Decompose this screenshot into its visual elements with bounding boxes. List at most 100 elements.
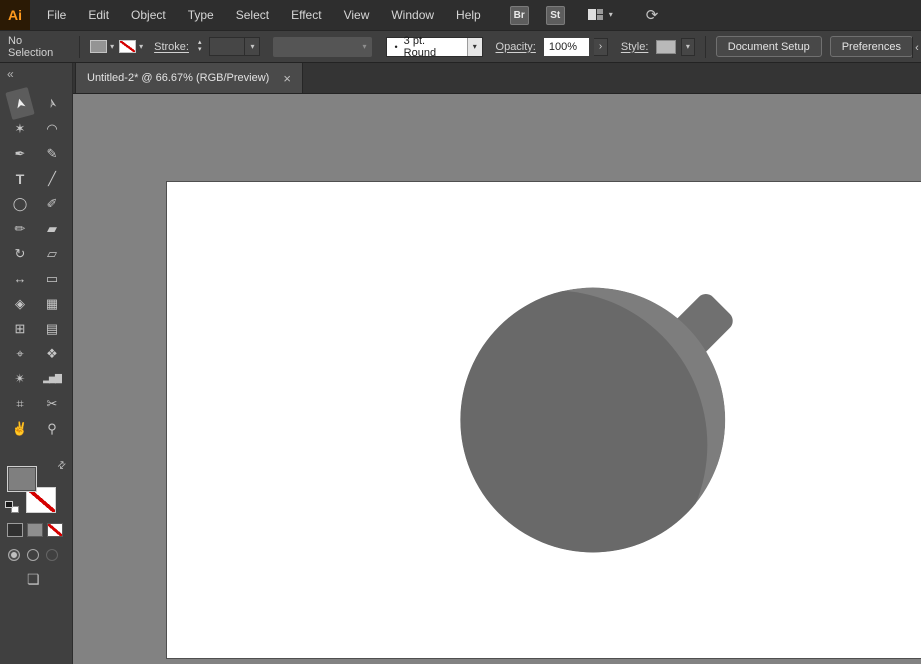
menu-type[interactable]: Type — [177, 0, 225, 30]
tool-type[interactable]: T — [6, 167, 34, 190]
preferences-button[interactable]: Preferences — [829, 36, 913, 57]
fill-color-dropdown[interactable]: ▾ — [90, 40, 114, 53]
draw-inside-button[interactable] — [46, 549, 58, 561]
tool-paintbrush[interactable]: ✐ — [38, 192, 66, 215]
tools-panel: « ➤ ➢ ✶ ◠ ✒ ✎ T ╱ ◯ ✐ ✏ ▰ ↻ ▱ ↔ ▭ ◈ ▦ ⊞ … — [0, 63, 73, 664]
bridge-button[interactable]: Br — [509, 5, 529, 25]
chevron-down-icon: ▾ — [139, 41, 144, 51]
drawing-mode-buttons — [8, 549, 58, 561]
fill-swatch — [90, 40, 108, 53]
width-profile-dropdown: ▾ — [273, 36, 372, 57]
tool-artboard[interactable]: ⌗ — [6, 392, 34, 415]
tool-eraser[interactable]: ▰ — [38, 217, 66, 240]
tool-magic-wand[interactable]: ✶ — [6, 117, 34, 140]
fill-stroke-control: ⇄ — [0, 458, 73, 520]
document-setup-button[interactable]: Document Setup — [715, 36, 822, 57]
color-button[interactable] — [7, 523, 23, 537]
menu-window[interactable]: Window — [380, 0, 445, 30]
tool-eyedropper[interactable]: ⌖ — [6, 342, 34, 365]
bomb-body-shade[interactable] — [399, 290, 708, 600]
none-button[interactable] — [47, 523, 63, 537]
screen-mode-button[interactable]: ❏ — [27, 571, 40, 588]
opacity-panel-button[interactable]: › — [594, 37, 608, 56]
tool-rotate[interactable]: ↻ — [6, 242, 34, 265]
close-icon[interactable]: × — [283, 72, 291, 85]
opacity-label[interactable]: Opacity: — [496, 41, 536, 53]
artboard[interactable] — [166, 181, 921, 659]
draw-behind-button[interactable] — [27, 549, 39, 561]
tool-mesh[interactable]: ⊞ — [6, 317, 34, 340]
document-tab-title: Untitled-2* @ 66.67% (RGB/Preview) — [87, 72, 270, 84]
document-tab-bar: Untitled-2* @ 66.67% (RGB/Preview) × — [73, 63, 921, 94]
chevron-down-icon: ▾ — [362, 41, 367, 51]
stroke-none-swatch — [119, 40, 137, 53]
menu-effect[interactable]: Effect — [280, 0, 332, 30]
style-label[interactable]: Style: — [621, 41, 649, 53]
swap-fill-stroke-icon[interactable]: ⇄ — [55, 459, 69, 473]
color-mode-buttons — [7, 523, 63, 537]
tool-symbol-sprayer[interactable]: ✴ — [6, 367, 34, 390]
tool-zoom[interactable]: ⚲ — [38, 417, 66, 440]
tool-line-segment[interactable]: ╱ — [38, 167, 66, 190]
opacity-input[interactable]: 100% — [543, 37, 590, 56]
collapse-panel-icon[interactable]: « — [7, 67, 14, 81]
menu-object[interactable]: Object — [120, 0, 177, 30]
tool-gradient[interactable]: ▤ — [38, 317, 66, 340]
canvas-area[interactable] — [73, 94, 921, 664]
selection-status: No Selection — [8, 34, 54, 59]
tool-pencil[interactable]: ✏ — [6, 217, 34, 240]
tool-ellipse[interactable]: ◯ — [6, 192, 34, 215]
tool-pen[interactable]: ✒ — [6, 142, 34, 165]
menu-edit[interactable]: Edit — [77, 0, 120, 30]
stroke-label[interactable]: Stroke: — [154, 41, 189, 53]
brush-preview-icon: • — [394, 41, 398, 52]
chevron-down-icon: ▾ — [685, 41, 690, 51]
stepper-down-icon: ▾ — [197, 46, 202, 53]
tool-blend[interactable]: ❖ — [38, 342, 66, 365]
stroke-color-dropdown[interactable]: ▾ — [119, 40, 143, 53]
tool-free-transform[interactable]: ▭ — [38, 267, 66, 290]
gradient-button[interactable] — [27, 523, 43, 537]
tool-selection[interactable]: ➤ — [5, 87, 35, 120]
separator — [704, 35, 706, 58]
panel-toggle-sliver[interactable]: ‹ — [912, 37, 921, 58]
style-dropdown[interactable]: ▾ — [681, 37, 695, 56]
stroke-weight-stepper[interactable]: ▴ ▾ — [197, 39, 202, 53]
brush-definition-dropdown[interactable]: • 3 pt. Round ▾ — [385, 34, 483, 59]
tool-perspective-grid[interactable]: ▦ — [38, 292, 66, 315]
menu-bar: Ai File Edit Object Type Select Effect V… — [0, 0, 921, 30]
fill-color-indicator[interactable] — [7, 466, 37, 492]
workspace-icon — [587, 9, 604, 21]
menu-file[interactable]: File — [36, 0, 77, 30]
chevron-down-icon: ▾ — [608, 10, 613, 19]
tool-width[interactable]: ↔ — [6, 267, 34, 290]
control-bar: No Selection ▾ ▾ Stroke: ▴ ▾ ▾ ▾ • 3 pt.… — [0, 30, 921, 63]
chevron-down-icon: ▾ — [472, 41, 477, 51]
main-menus: File Edit Object Type Select Effect View… — [36, 0, 492, 30]
chevron-down-icon: ▾ — [110, 41, 115, 51]
menu-view[interactable]: View — [333, 0, 381, 30]
default-fill-stroke-icon[interactable] — [5, 501, 19, 513]
tool-column-graph[interactable]: ▂▅▇ — [38, 367, 66, 390]
tool-slice[interactable]: ✂ — [38, 392, 66, 415]
tool-scale[interactable]: ▱ — [38, 242, 66, 265]
tool-curvature[interactable]: ✎ — [38, 142, 66, 165]
tool-direct-selection[interactable]: ➢ — [37, 87, 66, 120]
menu-select[interactable]: Select — [225, 0, 280, 30]
document-tab[interactable]: Untitled-2* @ 66.67% (RGB/Preview) × — [75, 63, 303, 93]
bomb-artwork — [399, 287, 733, 600]
tool-hand[interactable]: ✌ — [6, 417, 34, 440]
workspace-switcher[interactable]: ▾ — [587, 9, 613, 21]
brush-definition-value: 3 pt. Round — [403, 34, 437, 59]
style-swatch[interactable] — [656, 39, 676, 54]
draw-normal-button[interactable] — [8, 549, 20, 561]
stock-button[interactable]: St — [545, 5, 565, 25]
illustrator-logo: Ai — [0, 0, 30, 30]
separator — [79, 35, 81, 58]
tool-grid: ➤ ➢ ✶ ◠ ✒ ✎ T ╱ ◯ ✐ ✏ ▰ ↻ ▱ ↔ ▭ ◈ ▦ ⊞ ▤ … — [4, 87, 68, 441]
sync-icon[interactable]: ⟳ — [646, 6, 659, 24]
menu-help[interactable]: Help — [445, 0, 492, 30]
tool-lasso[interactable]: ◠ — [38, 117, 66, 140]
tool-shape-builder[interactable]: ◈ — [6, 292, 34, 315]
stroke-weight-dropdown[interactable]: ▾ — [209, 37, 261, 56]
